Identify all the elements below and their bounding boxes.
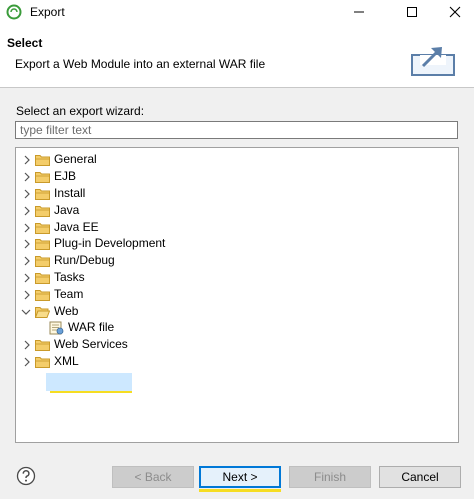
chevron-right-icon[interactable] — [22, 206, 32, 216]
page-description: Export a Web Module into an external WAR… — [15, 57, 266, 71]
wizard-tree[interactable]: General EJB Install Java Java EE Plug-in… — [15, 147, 459, 443]
selection-underline — [50, 391, 132, 393]
next-button-underline — [199, 489, 281, 492]
wizard-footer: < Back Next > Finish Cancel — [0, 449, 474, 499]
folder-icon — [35, 290, 50, 301]
chevron-right-icon[interactable] — [22, 223, 32, 233]
folder-icon — [35, 189, 50, 200]
chevron-right-icon[interactable] — [22, 340, 32, 350]
tree-item-label: Web Services — [54, 337, 128, 351]
chevron-right-icon[interactable] — [22, 239, 32, 249]
tree-item-label: Java EE — [54, 220, 99, 234]
export-icon — [411, 47, 455, 76]
cancel-button[interactable]: Cancel — [379, 466, 461, 488]
selection-highlight — [46, 373, 136, 393]
chevron-right-icon[interactable] — [22, 155, 32, 165]
tree-item-label: General — [54, 152, 97, 166]
wizard-header: Select Export a Web Module into an exter… — [0, 24, 474, 88]
folder-icon — [35, 273, 50, 284]
wizard-content: Select an export wizard: General EJB Ins… — [0, 89, 474, 449]
chevron-right-icon[interactable] — [22, 189, 32, 199]
folder-icon — [35, 357, 50, 368]
chevron-right-icon[interactable] — [22, 290, 32, 300]
chevron-down-icon[interactable] — [21, 307, 31, 317]
help-icon[interactable] — [16, 466, 36, 486]
window-title: Export — [30, 5, 65, 19]
filter-input[interactable] — [15, 121, 458, 139]
maximize-icon — [407, 7, 417, 17]
chevron-right-icon[interactable] — [22, 357, 32, 367]
tree-item-label: Web — [54, 304, 79, 318]
tree-item-label: Java — [54, 203, 80, 217]
folder-icon — [35, 223, 50, 234]
maximize-button[interactable] — [389, 0, 435, 24]
war-file-icon — [49, 321, 64, 335]
chevron-right-icon[interactable] — [22, 273, 32, 283]
tree-item-label: Plug-in Development — [54, 236, 166, 250]
folder-icon — [35, 239, 50, 250]
tree-item-label: WAR file — [68, 320, 115, 334]
folder-icon — [35, 340, 50, 351]
tree-item-label: XML — [54, 354, 79, 368]
chevron-right-icon[interactable] — [22, 172, 32, 182]
minimize-icon — [354, 11, 364, 13]
tree-item-label: Install — [54, 186, 86, 200]
close-icon — [449, 6, 461, 18]
tree-item-label: EJB — [54, 169, 77, 183]
page-title: Select — [7, 36, 43, 50]
finish-button[interactable]: Finish — [289, 466, 371, 488]
tree-item-label: Team — [54, 287, 84, 301]
tree-item-label: Tasks — [54, 270, 85, 284]
wizard-label: Select an export wizard: — [16, 104, 145, 118]
tree-item-label: Run/Debug — [54, 253, 115, 267]
back-button[interactable]: < Back — [112, 466, 194, 488]
folder-icon — [35, 206, 50, 217]
selection-background — [46, 373, 132, 391]
folder-icon — [35, 155, 50, 166]
folder-icon — [35, 172, 50, 183]
folder-open-icon — [35, 307, 50, 318]
close-button[interactable] — [432, 0, 474, 24]
chevron-right-icon[interactable] — [22, 256, 32, 266]
eclipse-icon — [6, 4, 22, 20]
folder-icon — [35, 256, 50, 267]
minimize-button[interactable] — [336, 0, 382, 24]
title-bar: Export — [0, 0, 474, 24]
next-button[interactable]: Next > — [199, 466, 281, 488]
